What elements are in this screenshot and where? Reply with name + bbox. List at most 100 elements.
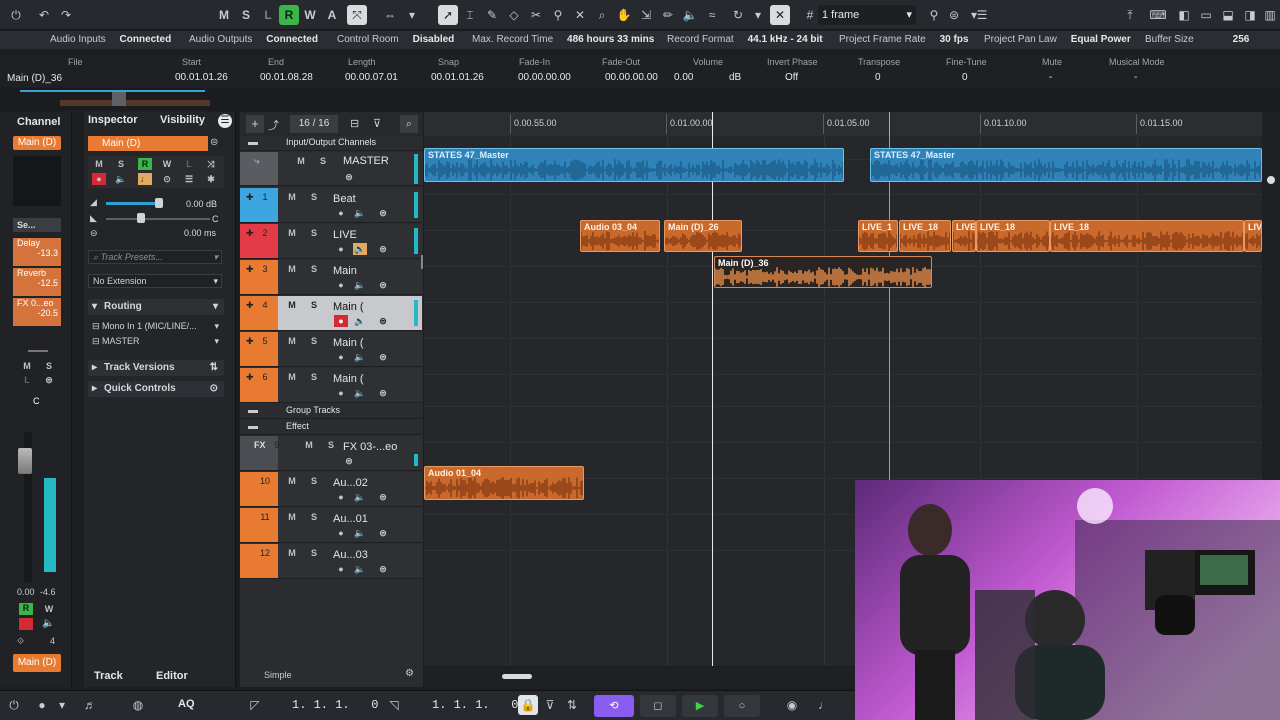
edit-icon[interactable]: ⊜ bbox=[376, 315, 390, 327]
info-volume-value[interactable]: 0.00 bbox=[674, 72, 693, 83]
overview-handle[interactable] bbox=[112, 92, 126, 106]
audio-event[interactable]: LIVE_18 bbox=[976, 220, 1050, 252]
dropdown-icon[interactable]: ▾ bbox=[402, 5, 422, 25]
mute-button[interactable]: M bbox=[285, 299, 299, 311]
pan-slider[interactable] bbox=[106, 218, 210, 220]
inspector-monitor-icon[interactable]: 🔈 bbox=[114, 173, 128, 185]
routing-output-select[interactable]: ⊟ MASTER ▾ bbox=[88, 335, 222, 349]
record-enable-button[interactable]: ● bbox=[334, 387, 348, 399]
routing-section[interactable]: ▾ Routing ▾ bbox=[88, 299, 224, 315]
stop-button[interactable]: ◻ bbox=[640, 695, 676, 717]
send-slot[interactable]: FX 0...eo -20.5 bbox=[13, 298, 61, 326]
project-activate-icon[interactable]: ⏻ bbox=[6, 5, 26, 25]
send-slot[interactable]: Delay -13.3 bbox=[13, 238, 61, 266]
menu-lines-icon[interactable]: ☰ bbox=[972, 5, 992, 25]
right-locator-icon[interactable]: ◹ bbox=[384, 695, 404, 715]
audio-event[interactable]: Main (D)_26 bbox=[664, 220, 742, 252]
channel-bottom-name[interactable]: Main (D) bbox=[13, 654, 61, 672]
info-fadein-value[interactable]: 00.00.00.00 bbox=[518, 72, 571, 83]
record-enable-button[interactable]: ● bbox=[334, 279, 348, 291]
send-slot[interactable]: Reverb -12.5 bbox=[13, 268, 61, 296]
grid-type-select[interactable]: 1 frame ▾ bbox=[818, 5, 916, 25]
keyboard-icon[interactable]: ⌨ bbox=[1148, 5, 1168, 25]
erase-tool-icon[interactable]: ◇ bbox=[504, 5, 524, 25]
mute-button[interactable]: M bbox=[285, 335, 299, 347]
info-invert-value[interactable]: Off bbox=[785, 72, 798, 83]
grid-icon[interactable]: # bbox=[800, 5, 820, 25]
inspector-solo-button[interactable]: S bbox=[114, 158, 128, 170]
draw-tool-icon[interactable]: ✏ bbox=[658, 5, 678, 25]
search-icon[interactable]: ⌕ bbox=[400, 115, 418, 133]
edit-channel-icon[interactable]: ⊜ bbox=[210, 137, 218, 148]
split-tool-icon[interactable]: ✎ bbox=[482, 5, 502, 25]
quantize-icon[interactable]: ⚲ bbox=[924, 5, 944, 25]
listen-button[interactable]: L bbox=[258, 5, 278, 25]
read-automation-button[interactable]: R bbox=[279, 5, 299, 25]
mute-tool-icon[interactable]: ✕ bbox=[570, 5, 590, 25]
solo-button[interactable]: S bbox=[307, 263, 321, 275]
left-locator-value[interactable]: 1. 1. 1. 0 bbox=[292, 698, 378, 712]
inspector-record-button[interactable]: ● bbox=[92, 173, 106, 185]
info-transpose-value[interactable]: 0 bbox=[875, 72, 881, 83]
audio-event[interactable]: LIVE_1 bbox=[858, 220, 898, 252]
audio-event[interactable]: Main (D)_36 bbox=[714, 256, 932, 288]
hscroll-thumb[interactable] bbox=[502, 674, 532, 679]
monitor-icon[interactable]: 🔈 bbox=[42, 618, 54, 629]
channel-name[interactable]: Main (D) bbox=[13, 136, 61, 150]
automation-mode-button[interactable]: A bbox=[322, 5, 342, 25]
mute-button[interactable]: M bbox=[302, 439, 316, 451]
sends-header[interactable]: Se... bbox=[13, 218, 61, 232]
audio-event[interactable]: STATES 47_Master bbox=[870, 148, 1262, 182]
track-presets-icon[interactable]: ⤴ bbox=[268, 117, 279, 133]
solo-button[interactable]: S bbox=[307, 371, 321, 383]
edit-icon[interactable]: ⊜ bbox=[376, 491, 390, 503]
inspector-track-name[interactable]: Main (D) bbox=[88, 136, 208, 151]
project-overview[interactable] bbox=[0, 88, 1280, 110]
layout-split-icon[interactable]: ▥ bbox=[1260, 5, 1280, 25]
folder-track[interactable]: ▬ Input/Output Channels bbox=[240, 136, 422, 151]
record-enable-button[interactable]: ● bbox=[334, 243, 348, 255]
monitor-button[interactable]: 🔈 bbox=[353, 279, 367, 291]
redo-icon[interactable]: ↷ bbox=[56, 5, 76, 25]
solo-all-button[interactable]: S bbox=[236, 5, 256, 25]
delay-value[interactable]: 0.00 ms bbox=[184, 228, 216, 238]
track-row[interactable]: 10 M S Au...02 ● 🔈 ⊜ bbox=[240, 472, 422, 507]
playhead-line[interactable] bbox=[712, 136, 713, 666]
right-locator-value[interactable]: 1. 1. 1. 0 bbox=[432, 698, 518, 712]
info-fadeout-value[interactable]: 00.00.00.00 bbox=[605, 72, 658, 83]
info-start-value[interactable]: 00.01.01.26 bbox=[175, 72, 228, 83]
mute-button[interactable]: M bbox=[285, 475, 299, 487]
audio-event[interactable]: LIV bbox=[1244, 220, 1262, 252]
audio-event[interactable]: Audio 01_04 bbox=[424, 466, 584, 500]
track-master[interactable]: ⤷ M S MASTER ⊜ bbox=[240, 152, 422, 186]
monitor-button[interactable]: 🔈 bbox=[353, 563, 367, 575]
editor-footer-tab[interactable]: Editor bbox=[156, 670, 188, 682]
mute-button[interactable]: M bbox=[285, 371, 299, 383]
channel-record-button[interactable] bbox=[19, 618, 33, 630]
range-tool-icon[interactable]: ⌶ bbox=[460, 5, 480, 25]
autoscroll-icon[interactable]: ⤧ bbox=[347, 5, 367, 25]
click-icon[interactable]: ♩ bbox=[814, 695, 834, 715]
speaker-icon[interactable]: 🔈 bbox=[680, 5, 700, 25]
info-mute-value[interactable]: - bbox=[1049, 72, 1052, 83]
inspector-write-button[interactable]: W bbox=[160, 158, 174, 170]
monitor-button[interactable]: 🔈 bbox=[353, 491, 367, 503]
mute-button[interactable]: M bbox=[285, 547, 299, 559]
export-icon[interactable]: ⤒ bbox=[1120, 5, 1140, 25]
constrain-icon[interactable]: ⇔ bbox=[380, 5, 400, 25]
record-enable-button[interactable]: ● bbox=[334, 351, 348, 363]
aq-button[interactable]: AQ bbox=[178, 698, 195, 710]
monitor-button[interactable]: 🔈 bbox=[353, 207, 367, 219]
channel-write-button[interactable]: W bbox=[42, 603, 56, 615]
scroll-thumb[interactable] bbox=[1267, 176, 1275, 184]
tempo-icon[interactable]: ◍ bbox=[128, 695, 148, 715]
channel-read-button[interactable]: R bbox=[19, 603, 33, 615]
channel-pan[interactable]: C bbox=[33, 396, 40, 406]
volume-value[interactable]: 0.00 dB bbox=[186, 199, 217, 209]
magnify-icon[interactable]: ⌕ bbox=[592, 5, 612, 25]
timewarp-icon[interactable]: ⇲ bbox=[636, 5, 656, 25]
glue-tool-icon[interactable]: ✂ bbox=[526, 5, 546, 25]
inspector-lock-icon[interactable]: ⊙ bbox=[160, 173, 174, 185]
effect-folder[interactable]: ▬ Effect bbox=[240, 420, 422, 435]
inspector-lanes-icon[interactable]: ☰ bbox=[182, 173, 196, 185]
